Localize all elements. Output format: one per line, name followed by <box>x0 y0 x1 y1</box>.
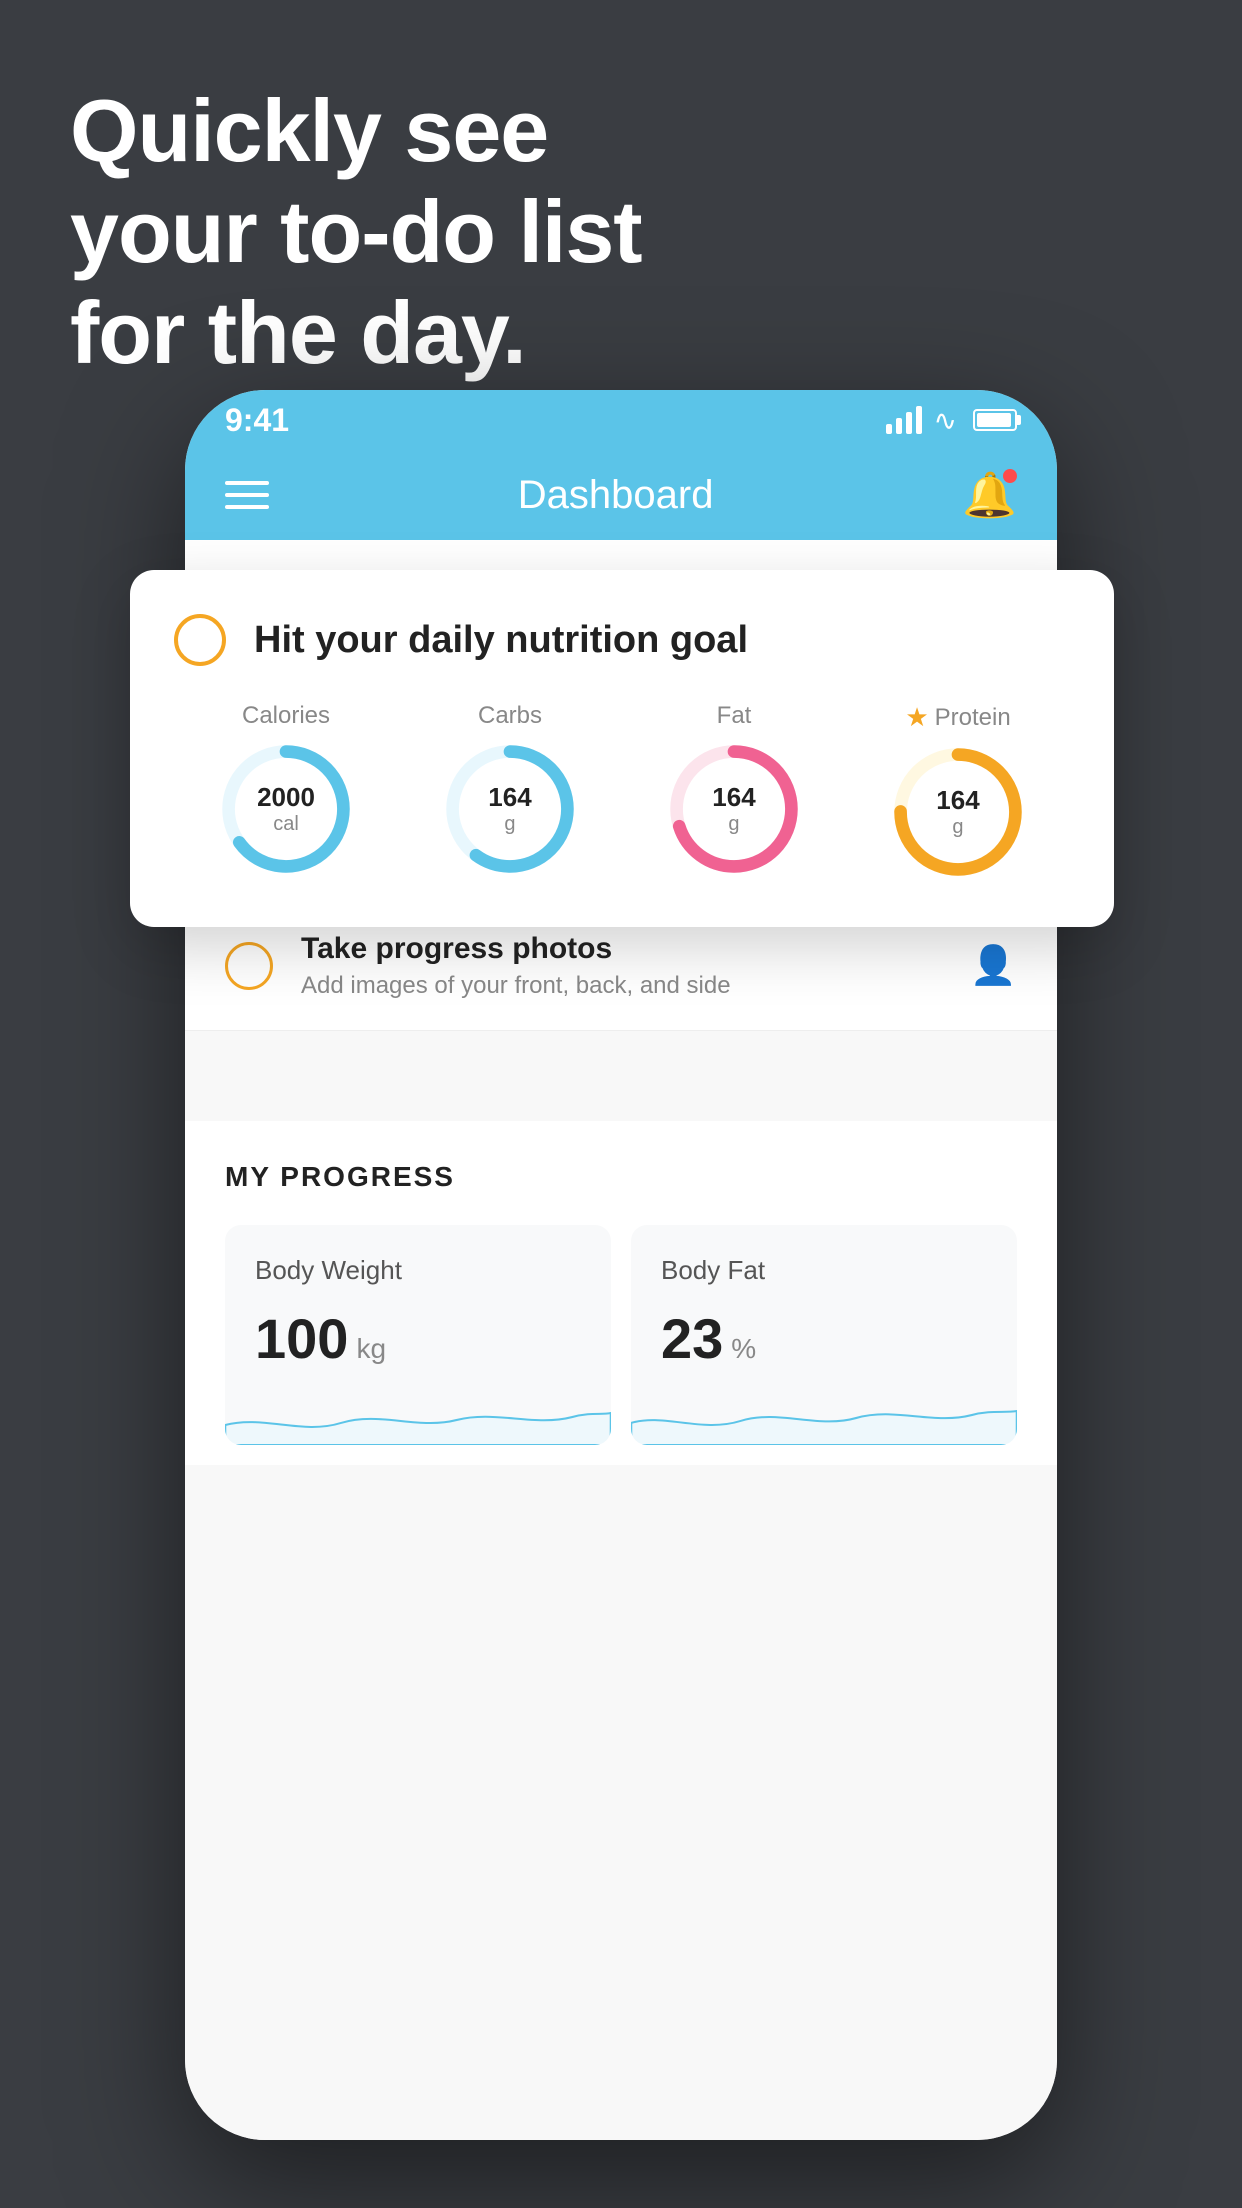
body-fat-wave <box>631 1385 1017 1445</box>
battery-icon <box>973 409 1017 431</box>
body-weight-wave <box>225 1385 611 1445</box>
todo-sub-photos: Add images of your front, back, and side <box>301 972 942 1000</box>
my-progress-section: MY PROGRESS Body Weight 100 kg <box>185 1121 1057 1465</box>
notification-badge <box>1003 469 1017 483</box>
body-weight-value: 100 kg <box>255 1306 581 1371</box>
protein-donut: 164 g <box>893 747 1023 877</box>
todo-circle-nutrition[interactable] <box>174 614 226 666</box>
status-icons: ∿ <box>886 404 1017 437</box>
body-fat-label: Body Fat <box>661 1255 987 1286</box>
todo-text-photos: Take progress photos Add images of your … <box>301 932 942 1000</box>
calories-label: Calories <box>242 702 330 730</box>
background-headline: Quickly see your to-do list for the day. <box>70 80 642 384</box>
nav-title: Dashboard <box>518 473 714 518</box>
body-weight-number: 100 <box>255 1306 348 1371</box>
menu-button[interactable] <box>225 481 269 509</box>
nutrition-card: Hit your daily nutrition goal Calories 2… <box>130 570 1114 927</box>
carbs-donut: 164 g <box>445 744 575 874</box>
nav-bar: Dashboard 🔔 <box>185 450 1057 540</box>
nutrition-carbs: Carbs 164 g <box>445 702 575 874</box>
protein-label: ★ Protein <box>905 702 1010 733</box>
fat-label: Fat <box>717 702 752 730</box>
body-weight-card[interactable]: Body Weight 100 kg <box>225 1225 611 1445</box>
body-fat-number: 23 <box>661 1306 723 1371</box>
star-icon: ★ <box>905 702 928 733</box>
fat-donut: 164 g <box>669 744 799 874</box>
todo-title-photos: Take progress photos <box>301 932 942 966</box>
card-title: Hit your daily nutrition goal <box>254 619 748 662</box>
nutrition-protein: ★ Protein 164 g <box>893 702 1023 877</box>
progress-cards: Body Weight 100 kg Body Fat 23 <box>225 1225 1017 1465</box>
nutrition-fat: Fat 164 g <box>669 702 799 874</box>
body-fat-value: 23 % <box>661 1306 987 1371</box>
photo-icon: 👤 <box>970 944 1017 988</box>
card-header: Hit your daily nutrition goal <box>174 614 1070 666</box>
calories-donut: 2000 cal <box>221 744 351 874</box>
carbs-label: Carbs <box>478 702 542 730</box>
todo-circle-photos[interactable] <box>225 942 273 990</box>
nutrition-row: Calories 2000 cal Carbs <box>174 702 1070 877</box>
nutrition-calories: Calories 2000 cal <box>221 702 351 874</box>
body-weight-unit: kg <box>356 1333 386 1365</box>
body-weight-label: Body Weight <box>255 1255 581 1286</box>
body-fat-unit: % <box>731 1333 756 1365</box>
body-fat-card[interactable]: Body Fat 23 % <box>631 1225 1017 1445</box>
notification-button[interactable]: 🔔 <box>962 469 1017 521</box>
wifi-icon: ∿ <box>934 404 957 437</box>
signal-icon <box>886 406 922 434</box>
my-progress-title: MY PROGRESS <box>225 1161 1017 1193</box>
status-time: 9:41 <box>225 402 289 439</box>
status-bar: 9:41 ∿ <box>185 390 1057 450</box>
